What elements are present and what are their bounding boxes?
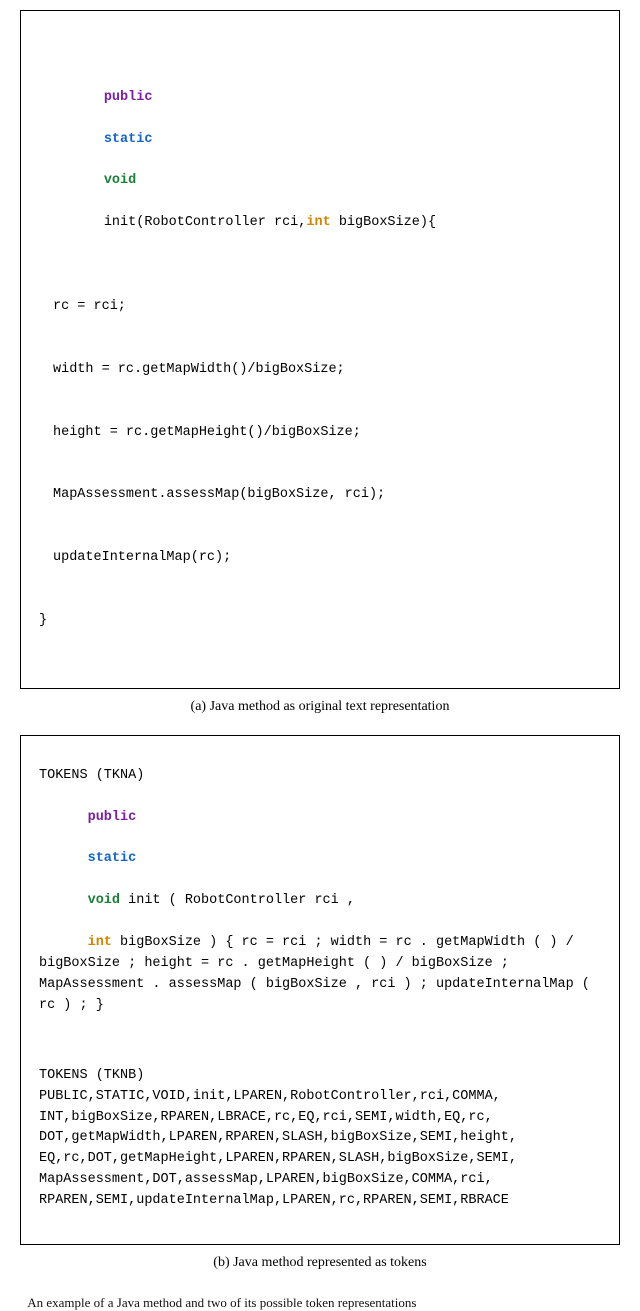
brace-close: } — [39, 611, 601, 632]
page: { "figA": { "caption": "(a) Java method … — [0, 0, 640, 1311]
code-line-2: width = rc.getMapWidth()/bigBoxSize; — [39, 360, 601, 381]
tkna-public: public — [88, 810, 137, 825]
arg-name-2: bigBoxSize — [339, 215, 420, 230]
method-name: init — [104, 215, 136, 230]
brace-open: { — [428, 215, 436, 230]
caption-b: (b) Java method represented as tokens — [20, 1255, 620, 1271]
figure-label-cut: An example of a Java method and two of i… — [20, 1291, 620, 1311]
tkna-seg2: bigBoxSize ) { rc = rci ; width = rc . g… — [39, 935, 598, 1013]
keyword-void: void — [104, 173, 136, 188]
arg-name-1: rci — [274, 215, 298, 230]
keyword-public: public — [104, 90, 153, 105]
tkna-block: public static void init ( RobotControlle… — [39, 787, 601, 1038]
arg-type-1: RobotController — [144, 215, 266, 230]
tkna-static: static — [88, 851, 137, 866]
paren-close: ) — [420, 215, 428, 230]
code-line-5: updateInternalMap(rc); — [39, 548, 601, 569]
tkna-int: int — [88, 935, 112, 950]
tknb-label: TOKENS (TKNB) — [39, 1068, 601, 1083]
code-box-a: public static void init(RobotController … — [20, 10, 620, 689]
tkna-void: void — [88, 893, 120, 908]
java-original-code: public static void init(RobotController … — [39, 25, 601, 674]
code-line-1: rc = rci; — [39, 297, 601, 318]
tkna-seg1: init ( RobotController rci , — [120, 893, 355, 908]
code-line-4: MapAssessment.assessMap(bigBoxSize, rci)… — [39, 485, 601, 506]
keyword-static: static — [104, 132, 153, 147]
code-line-3: height = rc.getMapHeight()/bigBoxSize; — [39, 423, 601, 444]
tknb-block: PUBLIC,STATIC,VOID,init,LPAREN,RobotCont… — [39, 1087, 601, 1213]
caption-a: (a) Java method as original text represe… — [20, 699, 620, 715]
code-box-b: TOKENS (TKNA) public static void init ( … — [20, 735, 620, 1246]
keyword-int: int — [306, 215, 330, 230]
tkna-label: TOKENS (TKNA) — [39, 768, 601, 783]
